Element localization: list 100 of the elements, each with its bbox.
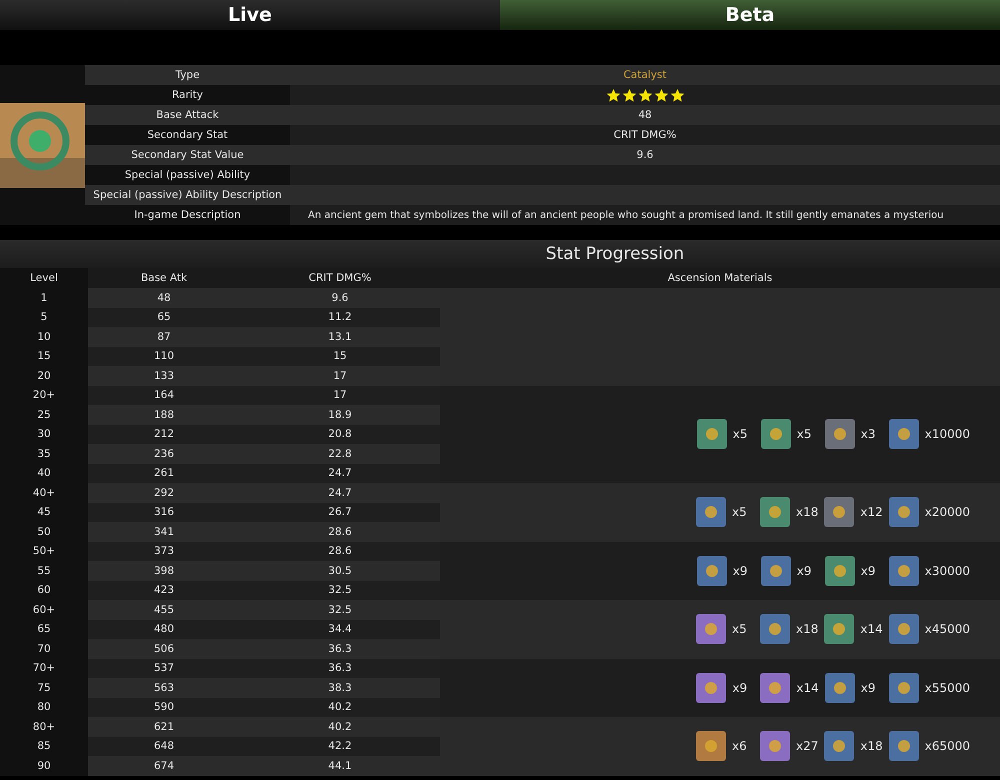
table-cell: 455	[88, 600, 240, 620]
table-cell: 40.2	[240, 717, 440, 736]
table-cell: 316	[88, 502, 240, 522]
material-count: x6	[732, 739, 748, 754]
table-cell: 40	[0, 464, 88, 483]
table-cell: 40+	[0, 483, 88, 502]
table-cell: 373	[88, 542, 240, 561]
material-count: x20000	[924, 505, 970, 520]
table-cell: 17	[240, 366, 440, 386]
table-cell: 15	[240, 346, 440, 366]
column-header: Level	[0, 268, 88, 288]
material-count: x18	[860, 739, 883, 754]
material-count: x18	[796, 622, 818, 636]
table-cell: 90	[0, 756, 88, 776]
material-count: x10000	[924, 427, 970, 442]
property-label: Rarity	[85, 85, 290, 105]
table-cell: 30	[0, 424, 88, 444]
material-count: x45000	[924, 622, 970, 636]
table-cell: 45	[0, 502, 88, 522]
material-count: x30000	[924, 564, 970, 578]
table-cell: 50	[0, 522, 88, 542]
material-count: x65000	[924, 739, 970, 754]
property-value: 48	[638, 109, 652, 121]
material-count: x3	[860, 427, 876, 442]
table-cell: 18.9	[240, 405, 440, 424]
table-cell: 36.3	[240, 639, 440, 658]
property-value: CRIT DMG%	[614, 129, 676, 141]
table-cell: 55	[0, 561, 88, 580]
version-tab[interactable]: Live	[0, 0, 500, 30]
table-cell: 80	[0, 698, 88, 717]
table-cell: 5	[0, 308, 88, 327]
property-label: Secondary Stat	[85, 125, 290, 145]
material-count: x14	[860, 622, 883, 636]
table-cell: 22.8	[240, 444, 440, 464]
material-count: x5	[732, 622, 748, 636]
table-cell: 423	[88, 580, 240, 600]
table-cell: 110	[88, 346, 240, 366]
table-cell: 20.8	[240, 424, 440, 444]
property-label: Special (passive) Ability	[85, 165, 290, 185]
table-cell: 20	[0, 366, 88, 386]
table-cell: 590	[88, 698, 240, 717]
material-count: x55000	[924, 680, 970, 695]
table-cell: 25	[0, 405, 88, 424]
table-cell: 261	[88, 464, 240, 483]
table-cell: 50+	[0, 542, 88, 561]
table-cell: 44.1	[240, 756, 440, 776]
table-cell: 341	[88, 522, 240, 542]
table-cell: 621	[88, 717, 240, 736]
material-count: x18	[796, 505, 818, 520]
table-cell: 133	[88, 366, 240, 386]
material-count: x9	[860, 564, 876, 578]
table-cell: 26.7	[240, 502, 440, 522]
table-cell: 24.7	[240, 483, 440, 502]
property-label: In-game Description	[85, 205, 290, 225]
material-count: x9	[732, 680, 748, 695]
table-cell: 38.3	[240, 678, 440, 698]
table-cell: 65	[88, 308, 240, 327]
table-cell: 537	[88, 658, 240, 678]
table-cell: 70	[0, 639, 88, 658]
table-cell: 40.2	[240, 698, 440, 717]
material-count: x27	[796, 739, 818, 754]
table-cell: 24.7	[240, 464, 440, 483]
table-cell: 674	[88, 756, 240, 776]
material-count: x12	[860, 505, 883, 520]
table-cell: 80+	[0, 717, 88, 736]
description-text: An ancient gem that symbolizes the will of an ancient people who sought a promised land. It still gently emanates a mysteriou	[308, 210, 944, 220]
table-cell: 10	[0, 327, 88, 346]
material-count: x5	[732, 505, 748, 520]
table-cell: 60+	[0, 600, 88, 620]
table-cell: 65	[0, 620, 88, 639]
table-cell: 17	[240, 386, 440, 405]
table-cell: 35	[0, 444, 88, 464]
table-cell: 70+	[0, 658, 88, 678]
table-cell: 30.5	[240, 561, 440, 580]
table-cell: 188	[88, 405, 240, 424]
table-cell: 60	[0, 580, 88, 600]
table-cell: 9.6	[240, 288, 440, 308]
table-cell: 20+	[0, 386, 88, 405]
table-cell: 13.1	[240, 327, 440, 346]
material-count: x9	[860, 680, 876, 695]
table-cell: 292	[88, 483, 240, 502]
version-tab[interactable]: Beta	[500, 0, 1000, 30]
table-cell: 15	[0, 346, 88, 366]
table-cell: 28.6	[240, 522, 440, 542]
table-cell: 236	[88, 444, 240, 464]
table-cell: 34.4	[240, 620, 440, 639]
weapon-type: Catalyst	[623, 69, 667, 81]
table-cell: 75	[0, 678, 88, 698]
material-count: x5	[732, 427, 748, 442]
table-cell: 36.3	[240, 658, 440, 678]
table-cell: 212	[88, 424, 240, 444]
table-cell: 164	[88, 386, 240, 405]
table-cell: 42.2	[240, 736, 440, 756]
material-count: x9	[732, 564, 748, 578]
table-cell: 85	[0, 736, 88, 756]
table-cell: 480	[88, 620, 240, 639]
table-cell: 32.5	[240, 580, 440, 600]
table-cell: 563	[88, 678, 240, 698]
table-cell: 398	[88, 561, 240, 580]
table-cell: 48	[88, 288, 240, 308]
